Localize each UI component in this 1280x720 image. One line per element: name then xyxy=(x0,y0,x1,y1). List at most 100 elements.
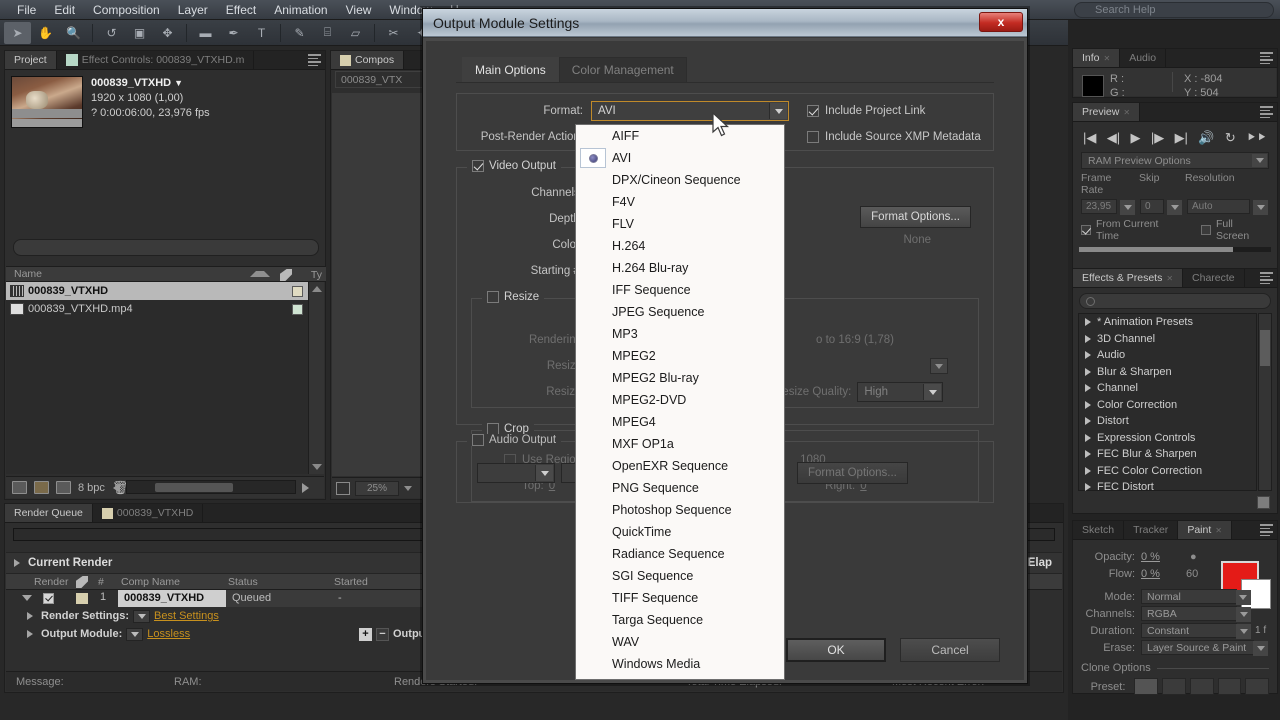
from-current-time-checkbox[interactable] xyxy=(1081,225,1091,235)
pen-tool-icon[interactable]: ✒ xyxy=(220,22,247,44)
list-item[interactable]: FEC Color Correction xyxy=(1079,463,1256,480)
video-output-legend[interactable]: Video Output xyxy=(467,160,561,172)
list-item[interactable]: Distort xyxy=(1079,413,1256,430)
list-item[interactable]: 3D Channel xyxy=(1079,331,1256,348)
chevron-down-icon[interactable] xyxy=(1253,641,1268,656)
column-header-type[interactable]: Ty xyxy=(303,269,322,281)
scroll-down-icon[interactable] xyxy=(312,464,322,470)
tab-tracker[interactable]: Tracker xyxy=(1124,521,1179,539)
include-xmp-row[interactable]: Include Source XMP Metadata xyxy=(807,131,981,143)
format-select[interactable]: AVI xyxy=(591,101,789,121)
eraser-tool-icon[interactable]: ▱ xyxy=(342,22,369,44)
chevron-down-icon[interactable] xyxy=(1236,624,1251,639)
disclosure-triangle-icon[interactable] xyxy=(1085,450,1091,459)
dialog-title-bar[interactable]: Output Module Settings x xyxy=(423,9,1027,37)
chevron-down-icon[interactable] xyxy=(404,485,412,491)
new-effect-icon[interactable] xyxy=(1257,496,1270,509)
format-option-radiance-sequence[interactable]: Radiance Sequence xyxy=(576,543,784,565)
project-settings-icon[interactable] xyxy=(56,481,71,494)
format-option-photoshop-sequence[interactable]: Photoshop Sequence xyxy=(576,499,784,521)
tab-info[interactable]: Info ✕ xyxy=(1073,49,1121,67)
label-color-swatch[interactable] xyxy=(292,286,303,297)
zoom-level-select[interactable]: 25% xyxy=(355,480,399,496)
format-option-mpeg2-dvd[interactable]: MPEG2-DVD xyxy=(576,389,784,411)
disclosure-triangle-icon[interactable] xyxy=(27,612,33,620)
format-option-quicktime[interactable]: QuickTime xyxy=(576,521,784,543)
clone-stamp-tool-icon[interactable]: ⌸ xyxy=(314,22,341,44)
disclosure-triangle-icon[interactable] xyxy=(1085,351,1091,360)
list-item[interactable]: Expression Controls xyxy=(1079,430,1256,447)
tab-comp-000839[interactable]: 000839_VTXHD xyxy=(93,504,204,522)
anchor-point-tool-icon[interactable]: ✥ xyxy=(154,22,181,44)
tab-effect-controls[interactable]: Effect Controls: 000839_VTXHD.m xyxy=(57,51,255,69)
column-header-name[interactable]: Name xyxy=(6,268,42,280)
disclosure-triangle-icon[interactable] xyxy=(14,559,20,567)
list-item[interactable]: 000839_VTXHD.mp4 xyxy=(6,300,309,318)
disclosure-triangle-icon[interactable] xyxy=(1085,400,1091,409)
chevron-down-icon[interactable] xyxy=(769,103,787,119)
clone-preset-2-button[interactable] xyxy=(1162,678,1186,695)
chevron-down-icon[interactable] xyxy=(1252,154,1267,167)
format-option-dpx-cineon-sequence[interactable]: DPX/Cineon Sequence xyxy=(576,169,784,191)
search-help-input[interactable]: Search Help xyxy=(1074,2,1274,18)
erase-select[interactable]: Layer Source & Paint xyxy=(1141,640,1254,655)
tab-effects-presets[interactable]: Effects & Presets ✕ xyxy=(1073,269,1184,287)
tab-sketch[interactable]: Sketch xyxy=(1073,521,1125,539)
format-option-mp3[interactable]: MP3 xyxy=(576,323,784,345)
list-item[interactable]: Channel xyxy=(1079,380,1256,397)
project-item-name[interactable]: 000839_VTXHD ▼ xyxy=(91,76,210,91)
format-option-mxf-op1a[interactable]: MXF OP1a xyxy=(576,433,784,455)
new-comp-icon[interactable] xyxy=(12,481,27,494)
tab-main-options[interactable]: Main Options xyxy=(462,57,559,82)
label-color-swatch[interactable] xyxy=(76,593,88,604)
list-item[interactable]: 000839_VTXHD xyxy=(6,282,309,300)
resolution-dropdown-icon[interactable] xyxy=(1253,200,1268,215)
label-color-swatch[interactable] xyxy=(292,304,303,315)
last-frame-icon[interactable]: ▶| xyxy=(1175,130,1188,146)
effects-search-input[interactable] xyxy=(1079,293,1271,309)
tab-composition[interactable]: Compos xyxy=(331,51,405,69)
project-list-scrollbar[interactable] xyxy=(308,282,324,474)
format-option-avi[interactable]: AVI xyxy=(576,147,784,169)
opacity-value[interactable]: 0 % xyxy=(1141,551,1160,563)
chevron-down-icon[interactable] xyxy=(923,384,942,400)
format-option-h-264[interactable]: H.264 xyxy=(576,235,784,257)
always-preview-icon[interactable] xyxy=(336,481,350,495)
tab-preview[interactable]: Preview ✕ xyxy=(1073,103,1141,121)
panel-menu-icon[interactable] xyxy=(1260,524,1273,536)
flow-value[interactable]: 0 % xyxy=(1141,568,1160,580)
chevron-down-icon[interactable] xyxy=(535,465,553,481)
close-icon[interactable]: ✕ xyxy=(1104,54,1111,63)
remove-output-module-button[interactable]: − xyxy=(376,627,389,641)
disclosure-triangle-icon[interactable] xyxy=(1085,367,1091,376)
frame-rate-dropdown-icon[interactable] xyxy=(1120,200,1135,215)
resolution-select[interactable]: Auto xyxy=(1187,199,1250,214)
clone-preset-3-button[interactable] xyxy=(1189,678,1214,695)
render-settings-value[interactable]: Best Settings xyxy=(154,610,219,622)
menu-item-layer[interactable]: Layer xyxy=(169,0,217,20)
scroll-right-icon[interactable] xyxy=(302,483,309,493)
output-module-dropdown[interactable] xyxy=(126,627,144,641)
render-checkbox[interactable] xyxy=(43,593,54,607)
tab-audio[interactable]: Audio xyxy=(1120,49,1167,67)
skip-input[interactable]: 0 xyxy=(1140,199,1164,214)
audio-output-checkbox[interactable] xyxy=(472,434,484,446)
zoom-tool-icon[interactable]: 🔍 xyxy=(60,22,87,44)
cancel-button[interactable]: Cancel xyxy=(900,638,1000,662)
clone-preset-1-button[interactable] xyxy=(1134,678,1159,695)
format-option-tiff-sequence[interactable]: TIFF Sequence xyxy=(576,587,784,609)
sort-ascending-icon[interactable] xyxy=(250,271,270,277)
bit-depth-label[interactable]: 8 bpc xyxy=(78,482,105,494)
menu-item-animation[interactable]: Animation xyxy=(265,0,336,20)
scroll-up-icon[interactable] xyxy=(312,286,322,292)
disclosure-triangle-icon[interactable] xyxy=(1085,334,1091,343)
ram-preview-options-select[interactable]: RAM Preview Options xyxy=(1081,152,1269,169)
duration-select[interactable]: Constant xyxy=(1141,623,1237,638)
list-item[interactable]: FEC Distort xyxy=(1079,479,1256,496)
resize-legend[interactable]: Resize xyxy=(482,291,545,303)
play-icon[interactable]: ▶ xyxy=(1130,130,1140,146)
menu-item-composition[interactable]: Composition xyxy=(84,0,169,20)
hand-tool-icon[interactable]: ✋ xyxy=(32,22,59,44)
scroll-left-icon[interactable] xyxy=(113,483,120,493)
format-option-mpeg4[interactable]: MPEG4 xyxy=(576,411,784,433)
